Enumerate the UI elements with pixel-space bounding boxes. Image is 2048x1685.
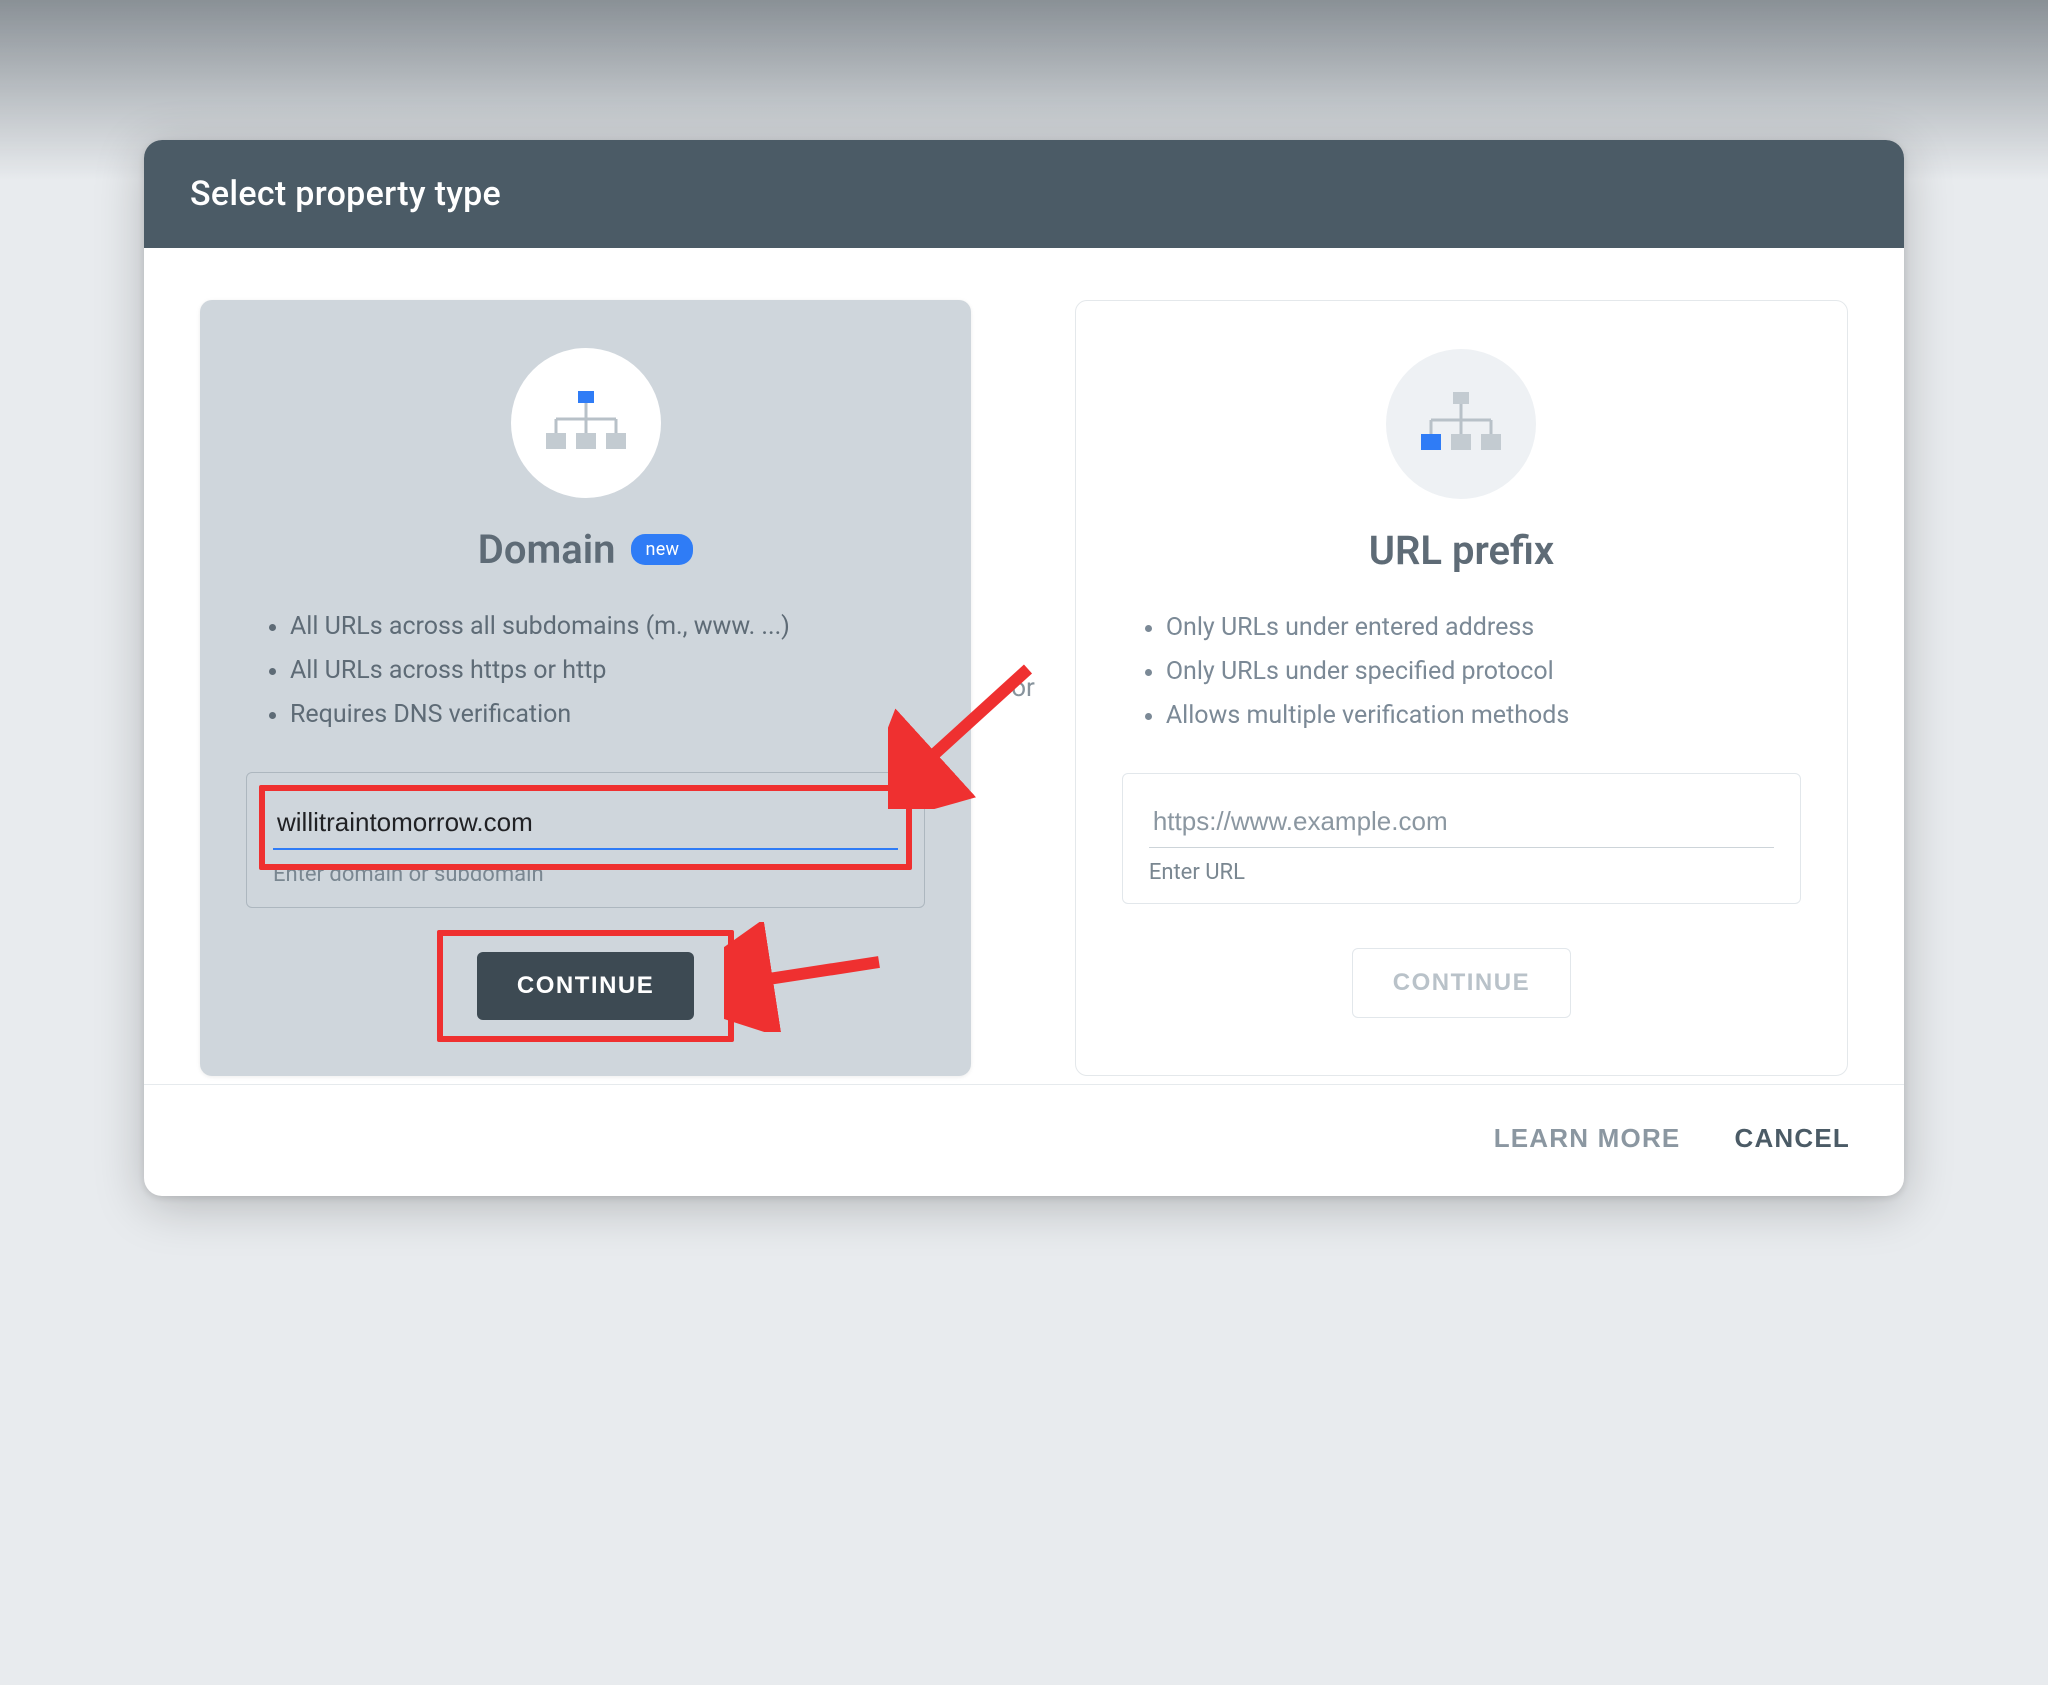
learn-more-button[interactable]: LEARN MORE xyxy=(1488,1115,1687,1162)
annotation-arrow-to-continue-icon xyxy=(724,922,894,1032)
url-prefix-card[interactable]: URL prefix Only URLs under entered addre… xyxy=(1075,300,1848,1076)
domain-card[interactable]: Domain new All URLs across all subdomain… xyxy=(200,300,971,1076)
select-property-type-dialog: Select property type Domain ne xyxy=(144,140,1904,1196)
or-separator: or xyxy=(1005,673,1041,703)
new-badge: new xyxy=(631,534,693,565)
domain-input[interactable] xyxy=(273,799,898,850)
url-input[interactable] xyxy=(1149,798,1774,848)
domain-features-list: All URLs across all subdomains (m., www.… xyxy=(246,605,925,736)
url-feature-item: Only URLs under entered address xyxy=(1166,606,1801,650)
url-input-helper: Enter URL xyxy=(1149,860,1774,885)
dialog-footer: LEARN MORE CANCEL xyxy=(144,1084,1904,1196)
domain-input-helper: Enter domain or subdomain xyxy=(273,862,898,887)
domain-input-group: Enter domain or subdomain xyxy=(246,772,925,908)
url-features-list: Only URLs under entered address Only URL… xyxy=(1122,606,1801,737)
url-title-row: URL prefix xyxy=(1369,527,1554,574)
url-sitemap-icon xyxy=(1386,349,1536,499)
domain-sitemap-icon xyxy=(511,348,661,498)
domain-title-row: Domain new xyxy=(478,526,694,573)
dialog-title: Select property type xyxy=(144,140,1904,248)
domain-continue-button[interactable]: CONTINUE xyxy=(477,952,694,1020)
url-continue-button[interactable]: CONTINUE xyxy=(1352,948,1571,1018)
domain-feature-item: All URLs across all subdomains (m., www.… xyxy=(290,605,925,649)
domain-feature-item: All URLs across https or http xyxy=(290,649,925,693)
url-feature-item: Allows multiple verification methods xyxy=(1166,694,1801,738)
url-input-group: Enter URL xyxy=(1122,773,1801,904)
url-feature-item: Only URLs under specified protocol xyxy=(1166,650,1801,694)
dialog-body: Domain new All URLs across all subdomain… xyxy=(144,248,1904,1084)
cancel-button[interactable]: CANCEL xyxy=(1728,1115,1856,1162)
domain-feature-item: Requires DNS verification xyxy=(290,693,925,737)
domain-title: Domain xyxy=(478,526,616,573)
url-prefix-title: URL prefix xyxy=(1369,527,1554,574)
